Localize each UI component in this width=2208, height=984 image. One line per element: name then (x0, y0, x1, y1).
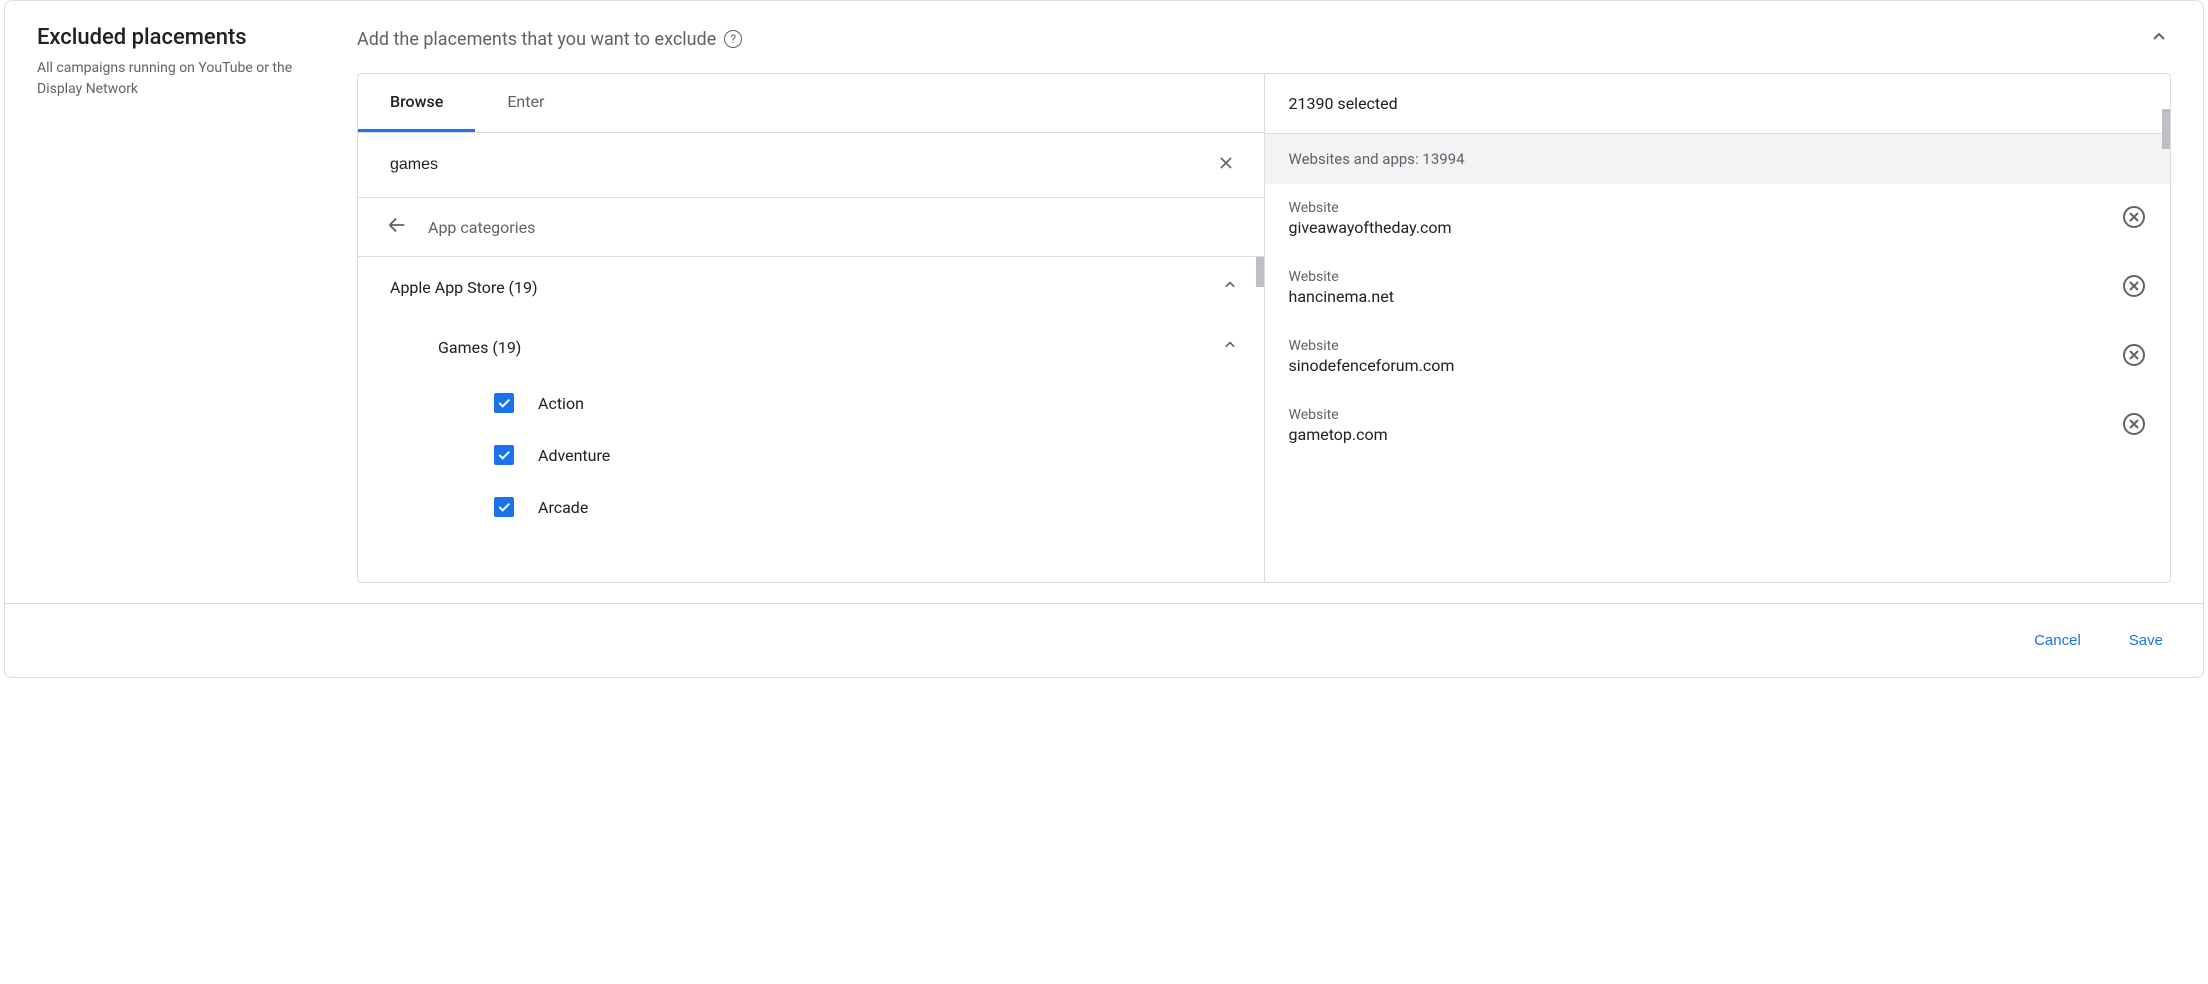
save-button[interactable]: Save (2121, 624, 2171, 657)
remove-circle-icon[interactable] (2122, 205, 2146, 233)
item-value: gametop.com (1289, 425, 2123, 444)
selected-list[interactable]: Website giveawayoftheday.com Website han… (1265, 184, 2171, 582)
selected-count: 21390 selected (1265, 74, 2171, 134)
section-subtitle: All campaigns running on YouTube or the … (37, 58, 317, 100)
tree-item[interactable]: Action (358, 377, 1264, 429)
remove-circle-icon[interactable] (2122, 274, 2146, 302)
tree-node-store[interactable]: Apple App Store (19) (358, 257, 1264, 317)
category-tree[interactable]: Apple App Store (19) Games (19) (358, 257, 1264, 582)
list-item: Website hancinema.net (1265, 253, 2171, 322)
back-arrow-icon[interactable] (386, 214, 408, 240)
checkbox-checked-icon[interactable] (494, 445, 514, 465)
clear-search-icon[interactable] (1212, 149, 1240, 181)
item-type: Website (1289, 200, 2123, 216)
item-type: Website (1289, 338, 2123, 354)
collapse-icon[interactable] (2147, 25, 2171, 53)
chevron-up-icon[interactable] (1220, 335, 1240, 359)
item-value: hancinema.net (1289, 287, 2123, 306)
help-icon[interactable]: ? (724, 30, 742, 48)
tabs: Browse Enter (358, 74, 1264, 133)
selected-panel: 21390 selected Websites and apps: 13994 … (1265, 74, 2171, 582)
search-input[interactable] (390, 156, 1212, 174)
item-type: Website (1289, 407, 2123, 423)
breadcrumb-label: App categories (428, 218, 535, 237)
checkbox-checked-icon[interactable] (494, 497, 514, 517)
selected-group-header: Websites and apps: 13994 (1265, 134, 2171, 184)
browse-panel: Browse Enter App categories (358, 74, 1265, 582)
section-title: Excluded placements (37, 25, 357, 50)
section-header: Excluded placements All campaigns runnin… (37, 25, 357, 583)
tree-item[interactable]: Arcade (358, 481, 1264, 533)
tree-node-games[interactable]: Games (19) (358, 317, 1264, 377)
tree-item[interactable]: Adventure (358, 429, 1264, 481)
footer: Cancel Save (5, 603, 2203, 677)
remove-circle-icon[interactable] (2122, 412, 2146, 440)
list-item: Website gametop.com (1265, 391, 2171, 460)
cancel-button[interactable]: Cancel (2026, 624, 2089, 657)
list-item: Website sinodefenceforum.com (1265, 322, 2171, 391)
instruction-text: Add the placements that you want to excl… (357, 29, 742, 50)
tab-browse[interactable]: Browse (358, 74, 475, 132)
item-value: giveawayoftheday.com (1289, 218, 2123, 237)
tab-enter[interactable]: Enter (475, 74, 576, 132)
checkbox-checked-icon[interactable] (494, 393, 514, 413)
chevron-up-icon[interactable] (1220, 275, 1240, 299)
item-value: sinodefenceforum.com (1289, 356, 2123, 375)
list-item: Website giveawayoftheday.com (1265, 184, 2171, 253)
scrollbar-thumb[interactable] (2162, 109, 2170, 149)
remove-circle-icon[interactable] (2122, 343, 2146, 371)
scrollbar-thumb[interactable] (1256, 257, 1264, 287)
item-type: Website (1289, 269, 2123, 285)
excluded-placements-card: Excluded placements All campaigns runnin… (4, 0, 2204, 678)
